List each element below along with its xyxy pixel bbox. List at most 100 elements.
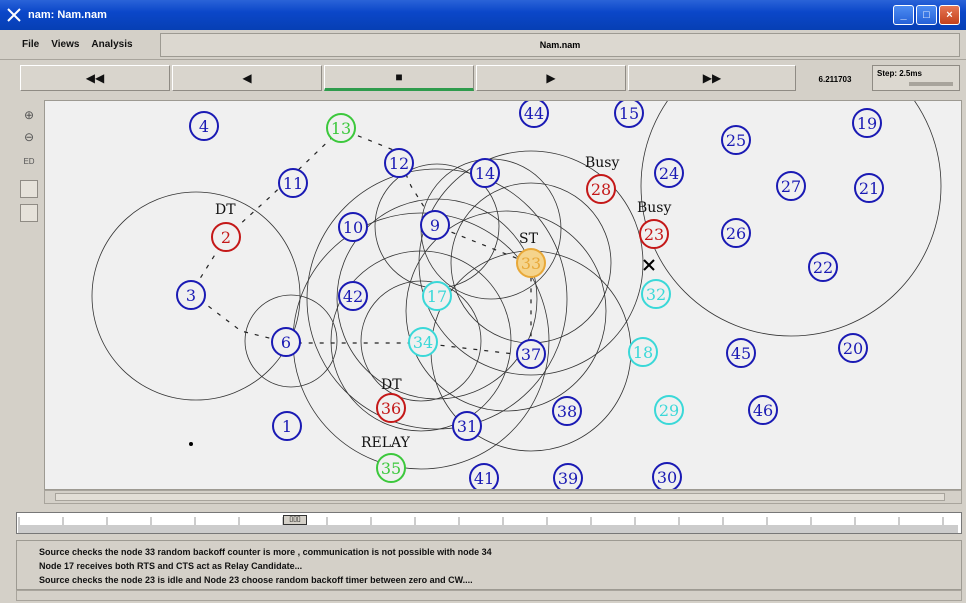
- node-33[interactable]: 33: [516, 248, 546, 278]
- maximize-icon[interactable]: □: [916, 5, 937, 25]
- stop-button[interactable]: ■: [324, 65, 474, 91]
- tool-button-1[interactable]: [20, 180, 38, 198]
- label-st: ST: [519, 231, 539, 247]
- node-25[interactable]: 25: [721, 125, 751, 155]
- step-label: Step: 2.5ms: [877, 69, 922, 78]
- node-6[interactable]: 6: [271, 327, 301, 357]
- rewind-button[interactable]: ◀◀: [20, 65, 170, 91]
- node-45[interactable]: 45: [726, 338, 756, 368]
- window-title: nam: Nam.nam: [28, 9, 107, 21]
- range-circle: [640, 101, 942, 337]
- trace-file-label: Nam.nam: [160, 33, 960, 57]
- node-label: 28: [591, 180, 611, 199]
- node-14[interactable]: 14: [470, 158, 500, 188]
- node-label: 3: [186, 286, 196, 305]
- node-label: 27: [781, 177, 801, 196]
- node-41[interactable]: 41: [469, 463, 499, 490]
- node-21[interactable]: 21: [854, 173, 884, 203]
- menu-file[interactable]: File: [22, 39, 39, 50]
- playback-controls: ◀◀ ◀ ■ ▶ ▶▶ 6.211703 Step: 2.5ms: [0, 62, 966, 96]
- node-label: 26: [726, 224, 746, 243]
- node-17[interactable]: 17: [422, 281, 452, 311]
- close-icon[interactable]: ×: [939, 5, 960, 25]
- node-15[interactable]: 15: [614, 101, 644, 128]
- x-marker: [643, 259, 655, 271]
- menu-views[interactable]: Views: [51, 39, 79, 50]
- fast-forward-button[interactable]: ▶▶: [628, 65, 796, 91]
- node-12[interactable]: 12: [384, 148, 414, 178]
- timeline-slider[interactable]: ▯▯▯: [283, 515, 307, 525]
- label-dt-bottom: DT: [381, 377, 402, 393]
- node-13[interactable]: 13: [326, 113, 356, 143]
- node-label: 10: [343, 218, 363, 237]
- log-line: Source checks the node 23 is idle and No…: [39, 575, 473, 585]
- network-canvas[interactable]: 4 13 44 15 19 25 12 14 28 24 27 21 11 2 10 9 23 26 33 22 3 42…: [44, 100, 962, 490]
- minimize-icon[interactable]: _: [893, 5, 914, 25]
- label-relay: RELAY: [361, 435, 411, 451]
- node-10[interactable]: 10: [338, 212, 368, 242]
- annotation-log: Source checks the node 33 random backoff…: [16, 540, 962, 590]
- node-37[interactable]: 37: [516, 339, 546, 369]
- node-18[interactable]: 18: [628, 337, 658, 367]
- node-31[interactable]: 31: [452, 411, 482, 441]
- node-39[interactable]: 39: [553, 463, 583, 490]
- step-slider[interactable]: [909, 82, 953, 86]
- node-30[interactable]: 30: [652, 462, 682, 490]
- zoom-out-icon[interactable]: ⊖: [20, 128, 38, 146]
- node-42[interactable]: 42: [338, 281, 368, 311]
- node-36[interactable]: 36: [376, 393, 406, 423]
- node-label: 35: [381, 459, 401, 478]
- node-label: 20: [843, 339, 863, 358]
- node-29[interactable]: 29: [654, 395, 684, 425]
- node-23[interactable]: 23: [639, 219, 669, 249]
- step-back-button[interactable]: ◀: [172, 65, 322, 91]
- node-24[interactable]: 24: [654, 158, 684, 188]
- label-dt-top: DT: [215, 202, 236, 218]
- node-11[interactable]: 11: [278, 168, 308, 198]
- node-label: 30: [657, 468, 677, 487]
- node-2[interactable]: 2: [211, 222, 241, 252]
- node-27[interactable]: 27: [776, 171, 806, 201]
- node-label: 33: [521, 254, 541, 273]
- step-control[interactable]: Step: 2.5ms: [872, 65, 960, 91]
- node-34[interactable]: 34: [408, 327, 438, 357]
- node-19[interactable]: 19: [852, 108, 882, 138]
- node-label: 1: [282, 417, 292, 436]
- title-bar: nam: Nam.nam _ □ ×: [0, 0, 966, 30]
- menu-analysis[interactable]: Analysis: [91, 39, 132, 50]
- node-3[interactable]: 3: [176, 280, 206, 310]
- node-38[interactable]: 38: [552, 396, 582, 426]
- node-label: 25: [726, 131, 746, 150]
- node-label: 11: [283, 174, 303, 193]
- node-label: 19: [857, 114, 877, 133]
- node-label: 24: [659, 164, 679, 183]
- node-4[interactable]: 4: [189, 111, 219, 141]
- node-label: 39: [558, 469, 578, 488]
- node-label: 12: [389, 154, 409, 173]
- scroll-thumb[interactable]: [55, 493, 945, 501]
- node-44[interactable]: 44: [519, 101, 549, 128]
- log-scrollbar[interactable]: [16, 590, 962, 601]
- range-circles: [91, 101, 942, 470]
- node-label: 15: [619, 104, 639, 123]
- horizontal-scrollbar[interactable]: [44, 490, 962, 504]
- play-button[interactable]: ▶: [476, 65, 626, 91]
- node-26[interactable]: 26: [721, 218, 751, 248]
- node-35[interactable]: 35: [376, 453, 406, 483]
- node-22[interactable]: 22: [808, 252, 838, 282]
- node-label: 17: [427, 287, 447, 306]
- node-label: 23: [644, 225, 664, 244]
- node-label: 32: [646, 285, 666, 304]
- edit-icon[interactable]: ED: [20, 152, 38, 170]
- node-46[interactable]: 46: [748, 395, 778, 425]
- node-32[interactable]: 32: [641, 279, 671, 309]
- node-28[interactable]: 28: [586, 174, 616, 204]
- node-9[interactable]: 9: [420, 210, 450, 240]
- zoom-in-icon[interactable]: ⊕: [20, 106, 38, 124]
- node-1[interactable]: 1: [272, 411, 302, 441]
- timeline-ruler[interactable]: ▯▯▯: [16, 512, 962, 534]
- tool-button-2[interactable]: [20, 204, 38, 222]
- node-label: 45: [731, 344, 751, 363]
- node-label: 18: [633, 343, 653, 362]
- node-20[interactable]: 20: [838, 333, 868, 363]
